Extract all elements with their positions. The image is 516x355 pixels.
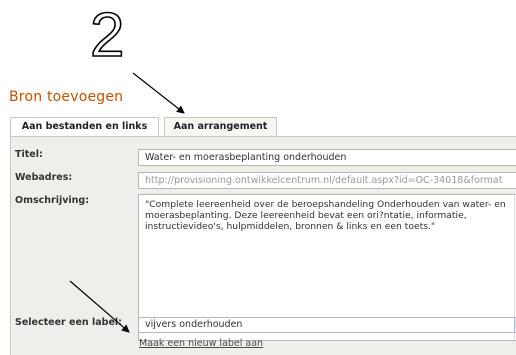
label-select[interactable]: vijvers onderhouden ▼ [138, 317, 516, 333]
annotation-number-2: 2 [89, 1, 125, 70]
label-select-value: vijvers onderhouden [145, 319, 243, 330]
form-panel: Titel: Water- en moerasbeplanting onderh… [10, 136, 516, 355]
selecteer-label-label: Selecteer een label: [15, 317, 122, 328]
tab-aan-arrangement[interactable]: Aan arrangement [164, 117, 277, 136]
omschrijving-label: Omschrijving: [15, 195, 90, 206]
page-title: Bron toevoegen [9, 89, 124, 105]
webadres-input[interactable]: http://provisioning.ontwikkelcentrum.nl/… [138, 172, 516, 189]
omschrijving-text: "Complete leereenheid over de beroepshan… [145, 199, 506, 232]
webadres-label: Webadres: [15, 172, 73, 183]
titel-label: Titel: [15, 149, 43, 160]
arrow-to-tab-2 [132, 72, 185, 114]
new-label-link[interactable]: Maak een nieuw label aan [139, 338, 263, 349]
tab-aan-bestanden-en-links[interactable]: Aan bestanden en links [10, 117, 159, 137]
titel-input[interactable]: Water- en moerasbeplanting onderhouden [138, 149, 516, 166]
